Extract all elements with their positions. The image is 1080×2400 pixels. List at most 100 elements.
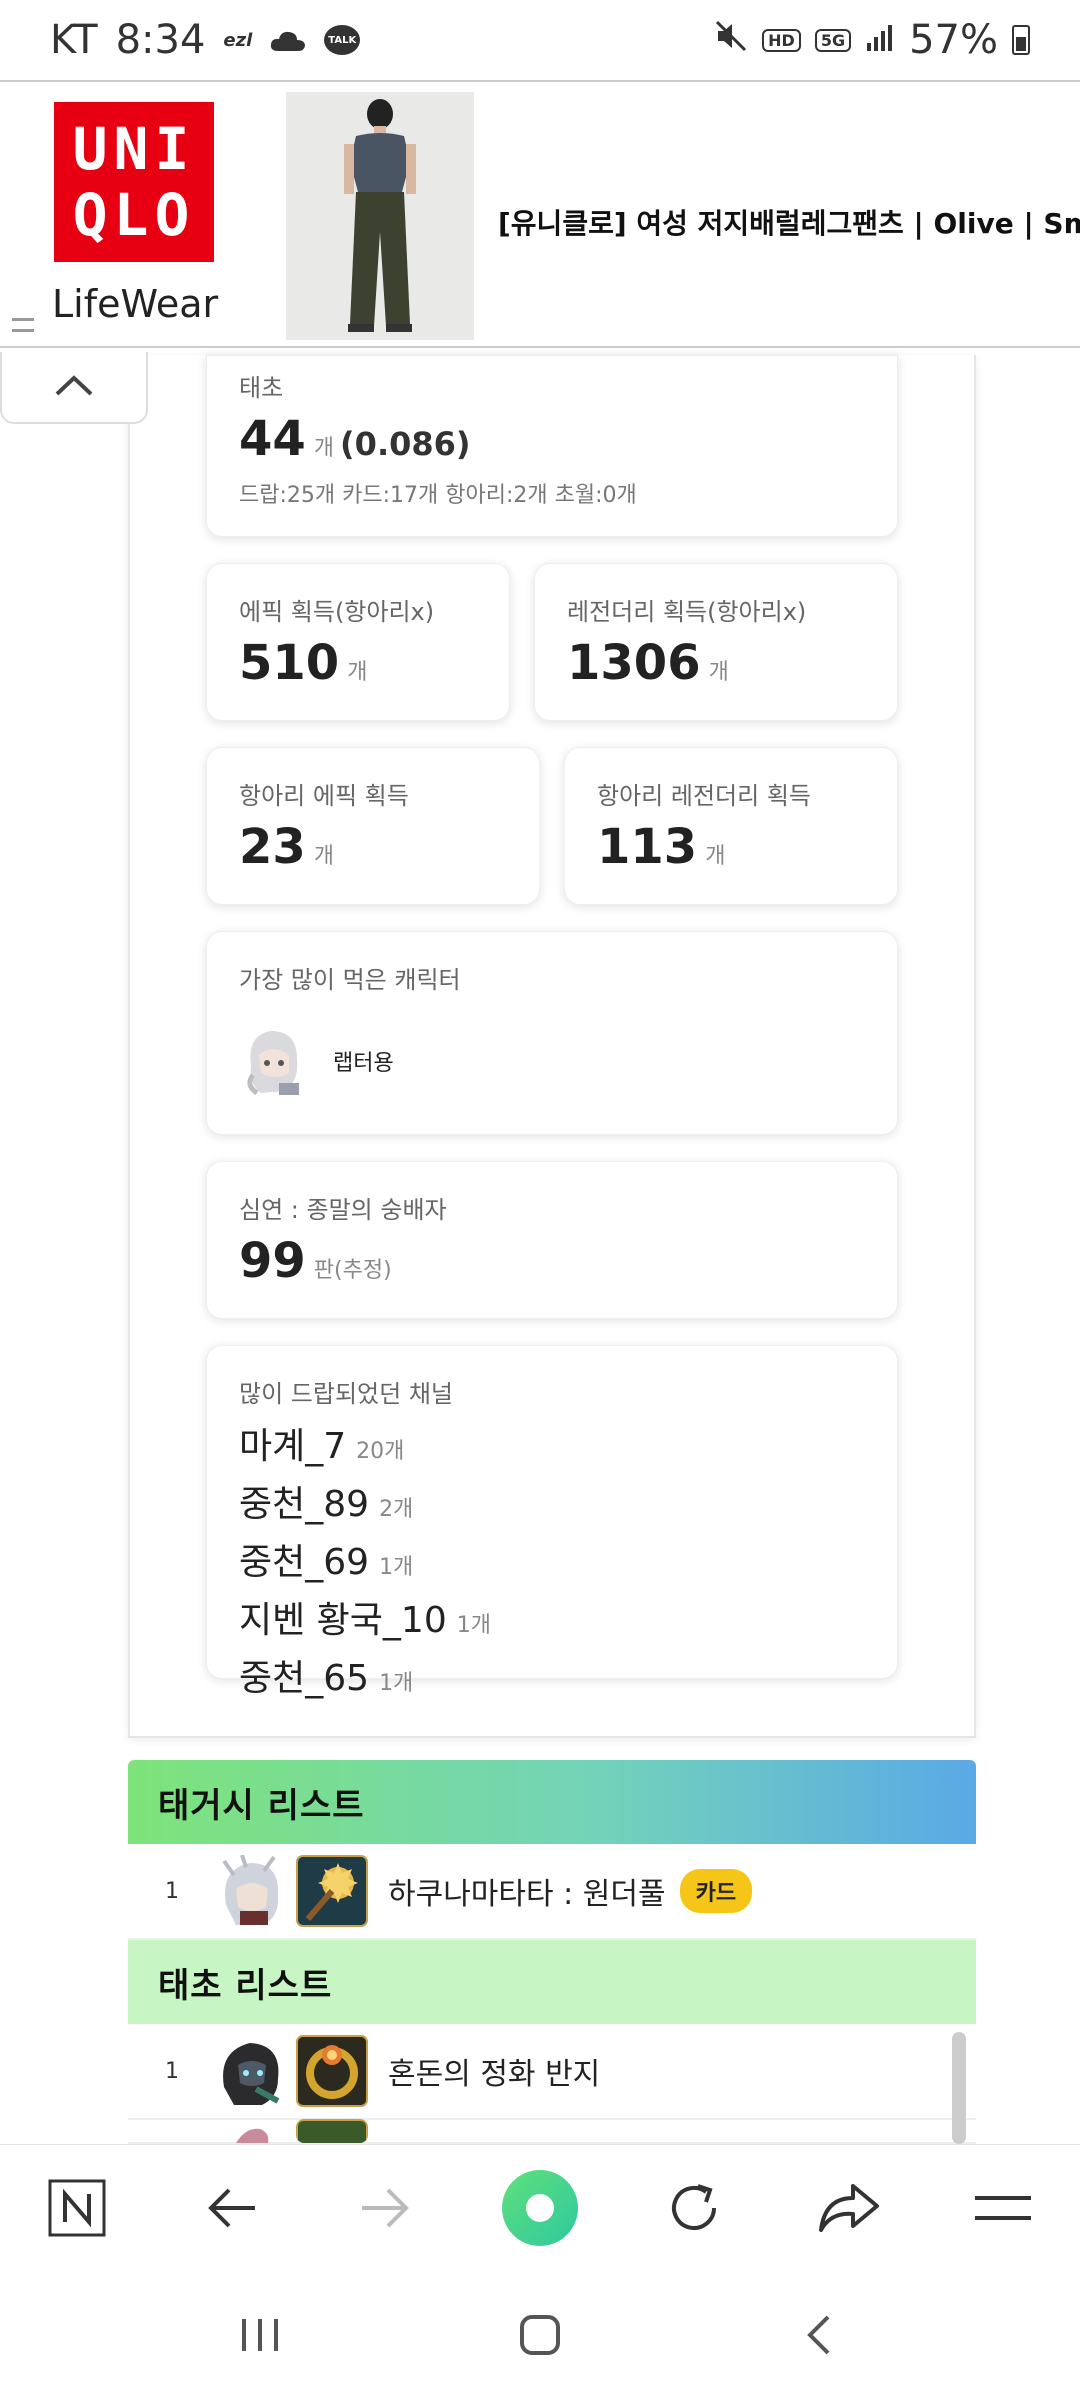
taecho-breakdown: 드랍:25개 카드:17개 항아리:2개 초월:0개 xyxy=(239,483,637,508)
battery-percent: 57% xyxy=(909,17,998,63)
pot-legendary-label: 항아리 레전더리 획득 xyxy=(597,782,811,810)
channel-item: 마계_7 20개 xyxy=(239,1417,865,1469)
character-name: 랩터용 xyxy=(333,1051,394,1076)
channel-name: 지벤 황국_10 xyxy=(239,1600,447,1641)
back-button[interactable] xyxy=(186,2165,276,2255)
pot-epic-value: 23 xyxy=(239,819,306,875)
character-icon xyxy=(216,2119,288,2143)
pot-legendary-value: 113 xyxy=(597,819,698,875)
signal-icon xyxy=(865,17,895,63)
taecho-card: 태초 44 개 (0.086) 드랍:25개 카드:17개 항아리:2개 초월:… xyxy=(206,355,898,537)
card-badge: 카드 xyxy=(679,1869,753,1913)
carrier-label: KT xyxy=(50,17,98,63)
epic-card: 에픽 획득(항아리x) 510 개 xyxy=(206,563,510,721)
item-icon xyxy=(296,2035,368,2107)
ezl-icon: ezl xyxy=(223,29,253,51)
channel-count: 20개 xyxy=(356,1439,405,1464)
channel-count: 1개 xyxy=(379,1671,414,1696)
channel-name: 중천_65 xyxy=(239,1658,370,1699)
character-icon xyxy=(216,1854,288,1927)
ad-title[interactable]: [유니클로] 여성 저지배럴레그팬츠 | Olive | Small xyxy=(498,202,1080,242)
top-character-label: 가장 많이 먹은 캐릭터 xyxy=(239,966,461,994)
forward-button[interactable] xyxy=(341,2165,431,2255)
network-icon: 5G xyxy=(814,28,852,52)
legendary-label: 레전더리 획득(항아리x) xyxy=(567,598,807,626)
list-item[interactable] xyxy=(128,2119,976,2144)
character-icon xyxy=(216,2035,288,2107)
menu-button[interactable] xyxy=(958,2165,1048,2255)
talk-icon: TALK xyxy=(324,25,361,55)
menu-icon xyxy=(973,2190,1033,2230)
channel-count: 1개 xyxy=(456,1613,491,1638)
list-item[interactable]: 1 하쿠나마타타 : 원더풀 카드 xyxy=(128,1844,976,1940)
channel-item: 중천_69 1개 xyxy=(239,1533,865,1585)
channel-item: 중천_65 1개 xyxy=(239,1649,865,1701)
pot-legendary-card: 항아리 레전더리 획득 113 개 xyxy=(564,747,898,905)
battery-icon xyxy=(1012,25,1030,55)
logo-line-bottom: QLO xyxy=(72,181,196,249)
green-dot-button[interactable] xyxy=(495,2165,585,2255)
stats-panel: 태초 44 개 (0.086) 드랍:25개 카드:17개 항아리:2개 초월:… xyxy=(128,355,976,1738)
naver-home-button[interactable] xyxy=(32,2165,122,2255)
list-item[interactable]: 1 혼돈의 정화 반지 xyxy=(128,2024,976,2120)
collapse-ad-button[interactable] xyxy=(0,352,148,424)
taecho-ratio: (0.086) xyxy=(340,425,471,463)
rank-number: 1 xyxy=(165,2058,179,2084)
uniqlo-logo: UNI QLO xyxy=(54,102,214,262)
chevron-left-icon xyxy=(798,2315,842,2361)
clock: 8:34 xyxy=(115,17,206,63)
refresh-icon xyxy=(664,2178,724,2242)
epic-label: 에픽 획득(항아리x) xyxy=(239,598,435,626)
ad-banner[interactable]: UNI QLO LifeWear [유니클로] 여성 저지배럴레그팬츠 | Ol… xyxy=(0,80,1080,348)
abyss-card: 심연 : 종말의 숭배자 99 판(추정) xyxy=(206,1161,898,1319)
channel-item: 지벤 황국_10 1개 xyxy=(239,1591,865,1643)
item-icon xyxy=(296,1855,368,1927)
character-avatar xyxy=(239,1025,309,1097)
channel-name: 중천_89 xyxy=(239,1484,370,1525)
item-name: 하쿠나마타타 : 원더풀 xyxy=(388,1877,666,1912)
arrow-left-icon xyxy=(203,2184,259,2236)
ad-menu-icon[interactable] xyxy=(12,318,34,332)
taecho-list-header: 태초 리스트 xyxy=(128,1940,976,2024)
logo-line-top: UNI xyxy=(72,115,196,183)
channel-name: 중천_69 xyxy=(239,1542,370,1583)
taegeosi-list-header: 태거시 리스트 xyxy=(128,1760,976,1844)
product-image[interactable] xyxy=(286,92,474,340)
recent-apps-icon xyxy=(238,2319,282,2361)
system-back-button[interactable] xyxy=(798,2313,842,2361)
home-icon xyxy=(518,2315,562,2361)
channel-item: 중천_89 2개 xyxy=(239,1475,865,1527)
cloud-icon xyxy=(270,17,306,63)
abyss-value: 99 xyxy=(239,1233,306,1289)
epic-unit: 개 xyxy=(347,660,368,685)
status-bar: KT 8:34 ezl TALK HD 5G 57% xyxy=(0,0,1080,80)
brand-tagline: LifeWear xyxy=(52,282,219,326)
recent-apps-button[interactable] xyxy=(238,2313,282,2361)
share-button[interactable] xyxy=(804,2165,894,2255)
mute-icon xyxy=(714,17,748,63)
channels-label: 많이 드랍되었던 채널 xyxy=(239,1380,453,1408)
legendary-value: 1306 xyxy=(567,635,701,691)
channel-count: 1개 xyxy=(379,1555,414,1580)
browser-toolbar xyxy=(0,2144,1080,2274)
channels-card: 많이 드랍되었던 채널 마계_7 20개 중천_89 2개 중천_69 1개 지… xyxy=(206,1345,898,1699)
green-ring-icon xyxy=(500,2168,580,2252)
system-nav-bar xyxy=(0,2274,1080,2400)
item-icon xyxy=(296,2119,368,2143)
pot-epic-card: 항아리 에픽 획득 23 개 xyxy=(206,747,540,905)
naver-logo-icon xyxy=(47,2178,107,2242)
chevron-up-icon xyxy=(54,373,94,401)
list-scrollbar[interactable] xyxy=(952,2032,966,2144)
pot-epic-label: 항아리 에픽 획득 xyxy=(239,782,409,810)
legendary-card: 레전더리 획득(항아리x) 1306 개 xyxy=(534,563,898,721)
item-name: 혼돈의 정화 반지 xyxy=(388,2057,601,2092)
taecho-value: 44 xyxy=(239,411,306,467)
channel-name: 마계_7 xyxy=(239,1426,347,1467)
taecho-unit: 개 xyxy=(313,436,335,461)
taecho-label: 태초 xyxy=(239,374,284,402)
arrow-right-icon xyxy=(358,2184,414,2236)
refresh-button[interactable] xyxy=(649,2165,739,2255)
share-icon xyxy=(817,2180,881,2240)
abyss-label: 심연 : 종말의 숭배자 xyxy=(239,1196,447,1224)
home-button[interactable] xyxy=(518,2313,562,2361)
